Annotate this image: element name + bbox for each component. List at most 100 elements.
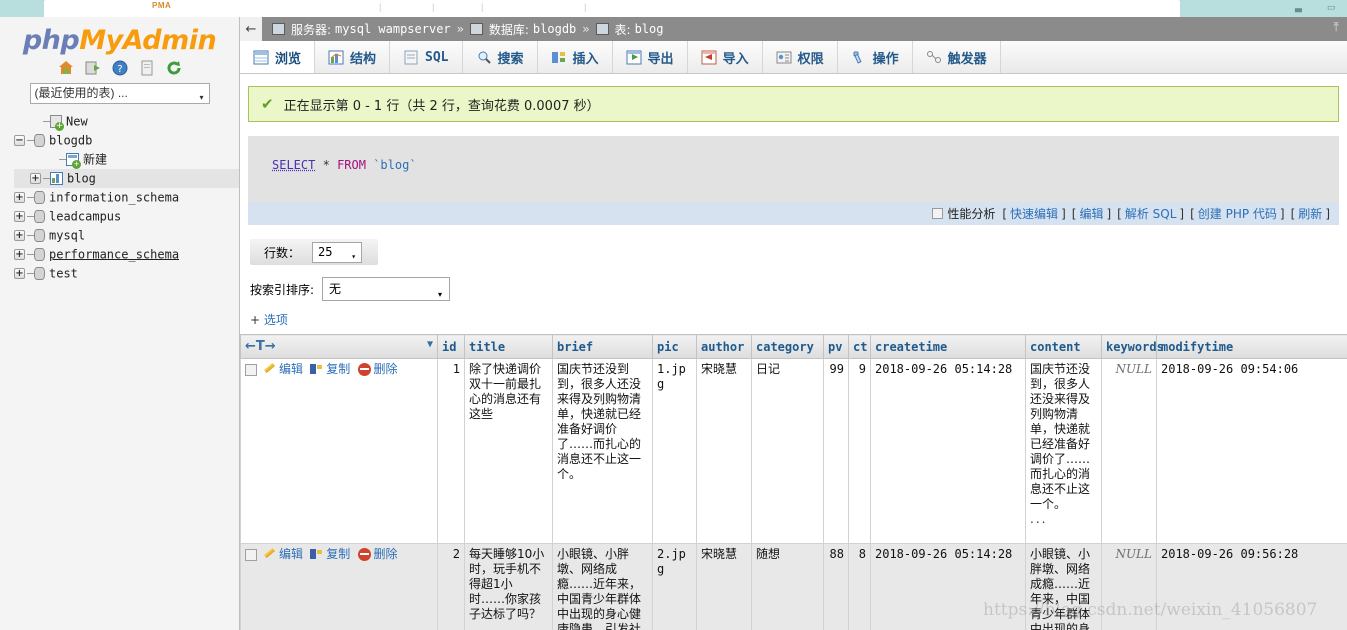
cell-pic[interactable]: 1.jpg: [652, 358, 697, 544]
copy-link[interactable]: 复制: [326, 362, 350, 376]
docs-icon[interactable]: [138, 59, 156, 77]
tree-item-blog[interactable]: + blog: [14, 169, 239, 188]
cell-content[interactable]: 小眼镜、小胖墩、网络成瘾……近年来，中国青少年群体中出现的身: [1025, 543, 1102, 630]
column-header-modifytime[interactable]: modifytime: [1156, 334, 1347, 359]
tab-operations[interactable]: 操作: [837, 41, 913, 73]
delete-icon[interactable]: [357, 363, 371, 376]
cell-ct[interactable]: 8: [848, 543, 871, 630]
column-header-content[interactable]: content: [1025, 334, 1102, 359]
tree-item-performance_schema[interactable]: + performance_schema: [14, 245, 239, 264]
row-checkbox[interactable]: [245, 548, 257, 561]
copy-link[interactable]: 复制: [326, 547, 350, 561]
tree-expander[interactable]: +: [14, 230, 25, 242]
collapse-icon[interactable]: ⤒: [1333, 20, 1339, 35]
logout-icon[interactable]: [84, 59, 102, 77]
column-header-author[interactable]: author: [696, 334, 752, 359]
cell-title[interactable]: 每天睡够10小时，玩手机不得超1小时……你家孩子达标了吗？: [464, 543, 553, 630]
cell-author[interactable]: 宋晓慧: [696, 543, 752, 630]
tree-item-mysql[interactable]: + mysql: [14, 226, 239, 245]
browser-tab[interactable]: PMA | | | |: [44, 0, 1180, 17]
tree-expander[interactable]: +: [14, 211, 25, 223]
delete-link[interactable]: 删除: [374, 547, 398, 561]
tab-insert[interactable]: 插入: [537, 41, 613, 73]
cell-category[interactable]: 随想: [751, 543, 824, 630]
tab-triggers[interactable]: 触发器: [912, 41, 1001, 73]
cell-keywords[interactable]: NULL: [1101, 543, 1157, 630]
cell-modifytime[interactable]: 2018-09-26 09:56:28: [1156, 543, 1347, 630]
tree-item-test[interactable]: + test: [14, 264, 239, 283]
cell-keywords[interactable]: NULL: [1101, 358, 1157, 544]
breadcrumb-table-value[interactable]: blog: [635, 22, 664, 36]
breadcrumb-server-value[interactable]: mysql wampserver: [335, 22, 451, 36]
sql-action-link[interactable]: 刷新: [1298, 207, 1322, 221]
cell-category[interactable]: 日记: [751, 358, 824, 544]
column-header-brief[interactable]: brief: [552, 334, 653, 359]
table-row[interactable]: 编辑 复制 删除 2 每天睡够10小时，玩手机不得超1小时……你家孩子达标了吗？ 小眼…: [240, 543, 1347, 630]
cell-createtime[interactable]: 2018-09-26 05:14:28: [870, 358, 1026, 544]
right-arrow-icon[interactable]: →: [265, 339, 276, 354]
cell-author[interactable]: 宋晓慧: [696, 358, 752, 544]
reload-icon[interactable]: [165, 59, 183, 77]
tree-expander[interactable]: +: [30, 173, 41, 185]
cell-content[interactable]: 国庆节还没到，很多人还没来得及列购物清单，快递就已经准备好调价了……而扎心的消息…: [1025, 358, 1102, 544]
cell-ct[interactable]: 9: [848, 358, 871, 544]
left-arrow-icon[interactable]: ←: [245, 339, 256, 354]
tree-expander[interactable]: −: [14, 135, 25, 147]
column-header-title[interactable]: title: [464, 334, 553, 359]
tree-expander[interactable]: +: [14, 249, 25, 261]
cell-brief[interactable]: 国庆节还没到到，很多人还没来得及列购物清单，快递就已经准备好调价了……而扎心的消…: [552, 358, 653, 544]
column-header-ct[interactable]: ct: [848, 334, 871, 359]
table-row[interactable]: 编辑 复制 删除 1 除了快递调价双十一前最扎心的消息还有这些 国庆节还没到到，很多人…: [240, 358, 1347, 544]
back-button[interactable]: ←: [240, 17, 262, 41]
edit-icon[interactable]: [263, 363, 276, 376]
profiling-checkbox[interactable]: [932, 208, 944, 219]
sql-action-link[interactable]: 快速编辑: [1010, 207, 1058, 221]
column-header-pic[interactable]: pic: [652, 334, 697, 359]
restore-icon[interactable]: ▭: [1327, 2, 1336, 13]
rows-select[interactable]: 25 ▾: [312, 241, 363, 263]
tab-privileges[interactable]: 权限: [762, 41, 838, 73]
options-toggle[interactable]: + 选项: [250, 311, 1347, 328]
copy-icon[interactable]: [310, 363, 323, 376]
cell-brief[interactable]: 小眼镜、小胖墩、网络成瘾……近年来，中国青少年群体中出现的身心健康隐患，引发社会…: [552, 543, 653, 630]
cell-pv[interactable]: 99: [823, 358, 849, 544]
tab-structure[interactable]: 结构: [315, 41, 391, 73]
sql-action-link[interactable]: 编辑: [1079, 207, 1103, 221]
tab-import[interactable]: 导入: [687, 41, 763, 73]
cell-title[interactable]: 除了快递调价双十一前最扎心的消息还有这些: [464, 358, 553, 544]
sql-action-link[interactable]: 解析 SQL: [1125, 207, 1177, 221]
tab-search[interactable]: 搜索: [462, 41, 538, 73]
column-header-keywords[interactable]: keywords: [1101, 334, 1164, 359]
cell-id[interactable]: 1: [437, 358, 465, 544]
cell-pic[interactable]: 2.jpg: [652, 543, 697, 630]
column-header-createtime[interactable]: createtime: [870, 334, 1026, 359]
row-checkbox[interactable]: [245, 363, 257, 376]
cell-createtime[interactable]: 2018-09-26 05:14:28: [870, 543, 1026, 630]
edit-link[interactable]: 编辑: [279, 362, 303, 376]
cell-id[interactable]: 2: [437, 543, 465, 630]
recent-tables-select[interactable]: (最近使用的表) ... ▾: [29, 83, 210, 104]
cell-pv[interactable]: 88: [823, 543, 849, 630]
copy-icon[interactable]: [310, 548, 323, 561]
edit-link[interactable]: 编辑: [279, 547, 303, 561]
tree-expander[interactable]: +: [14, 192, 25, 204]
delete-link[interactable]: 删除: [374, 362, 398, 376]
tree-item-information_schema[interactable]: + information_schema: [14, 188, 239, 207]
minimize-icon[interactable]: ▃: [1295, 2, 1302, 13]
tab-export[interactable]: 导出: [612, 41, 688, 73]
breadcrumb-db-value[interactable]: blogdb: [533, 22, 576, 36]
delete-icon[interactable]: [357, 548, 371, 561]
column-header-id[interactable]: id: [437, 334, 465, 359]
help-icon[interactable]: ?: [111, 59, 129, 77]
sort-caret-icon[interactable]: ▼: [427, 339, 433, 350]
edit-icon[interactable]: [263, 548, 276, 561]
tree-item-leadcampus[interactable]: + leadcampus: [14, 207, 239, 226]
home-icon[interactable]: [57, 59, 75, 77]
column-header-pv[interactable]: pv: [823, 334, 849, 359]
tree-item--[interactable]: 新建: [14, 150, 239, 170]
sql-query-text[interactable]: SELECT * FROM `blog`: [272, 158, 1329, 172]
cell-modifytime[interactable]: 2018-09-26 09:54:06: [1156, 358, 1347, 544]
tree-item-new[interactable]: New: [14, 112, 239, 132]
tab-sql[interactable]: SQL: [390, 41, 463, 73]
phpmyadmin-logo[interactable]: phpMyAdmin: [0, 17, 239, 56]
